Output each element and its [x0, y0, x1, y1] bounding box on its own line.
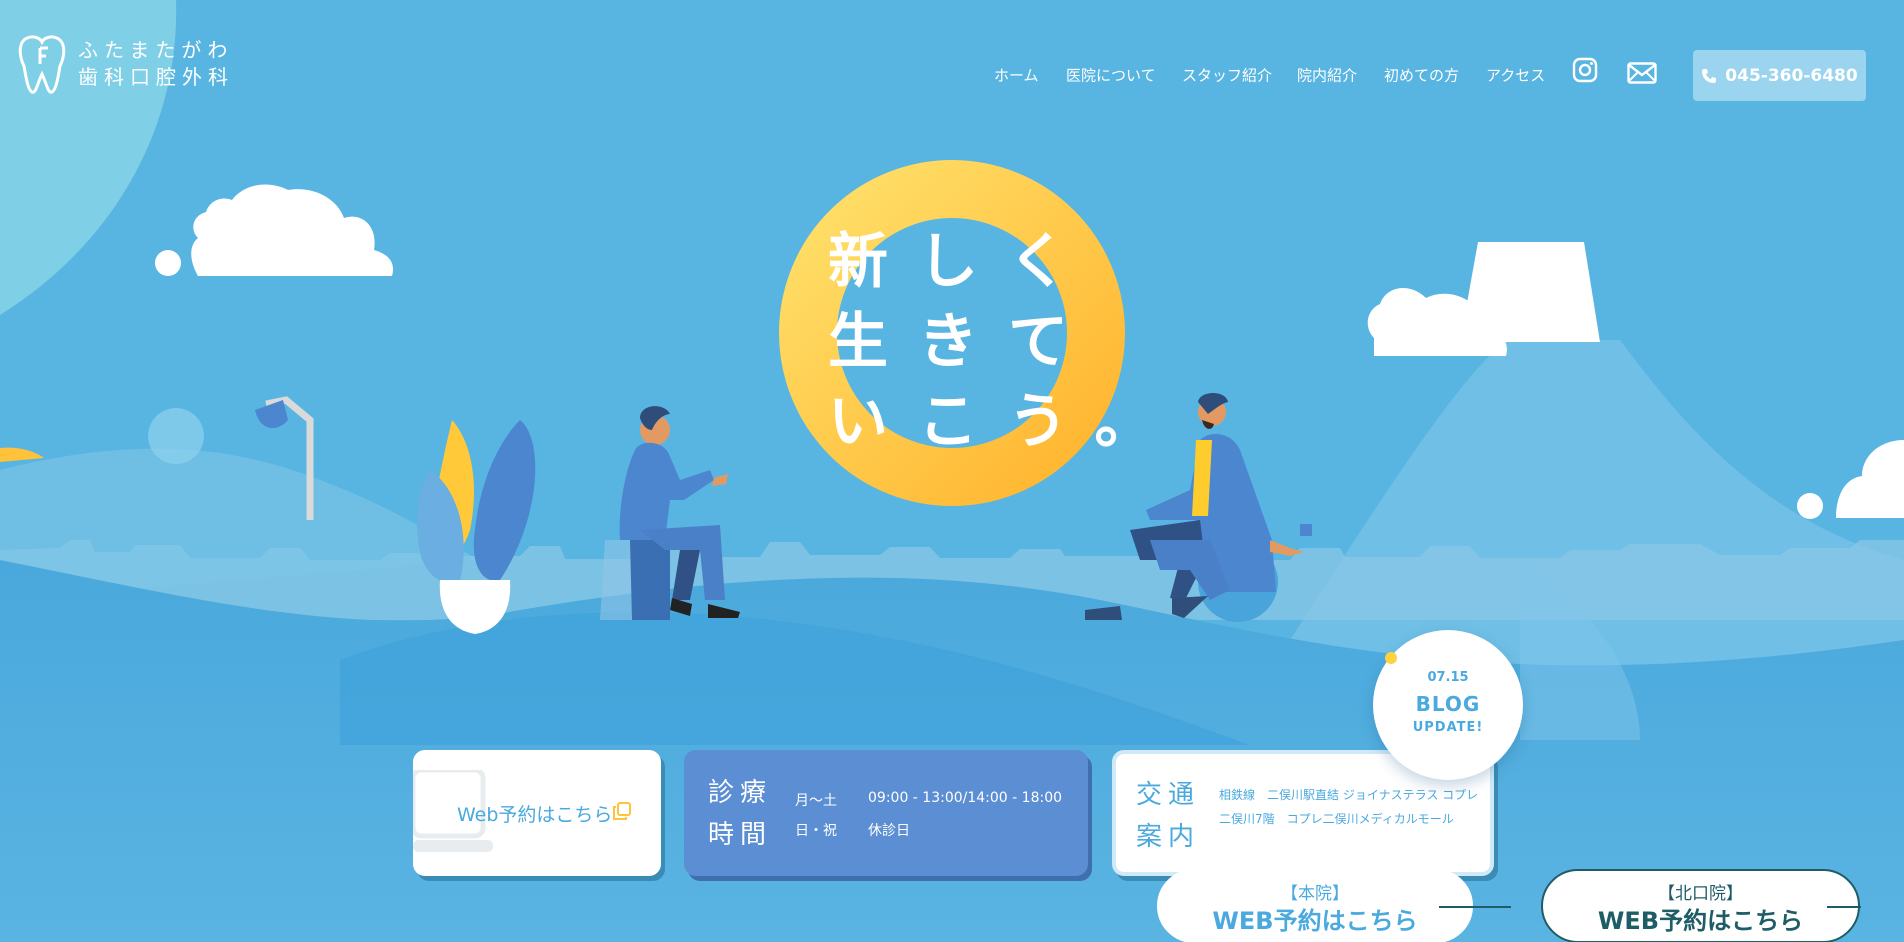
catch-line-3: いこう。 — [828, 387, 1185, 457]
phone-icon — [1702, 68, 1717, 83]
north-clinic-reserve-button[interactable]: 【北口院】 WEB予約はこちら — [1541, 869, 1861, 942]
blog-update-badge[interactable]: 07.15 BLOG UPDATE! — [1373, 630, 1523, 780]
instagram-icon[interactable] — [1572, 57, 1598, 83]
phone-button[interactable]: 045-360-6480 — [1693, 50, 1866, 101]
blog-date: 07.15 — [1427, 670, 1469, 685]
blog-title: BLOG — [1415, 692, 1481, 716]
external-link-icon — [613, 802, 631, 820]
nav-first-visit[interactable]: 初めての方 — [1384, 65, 1459, 86]
nav-home[interactable]: ホーム — [994, 65, 1039, 86]
hours-title-line-1: 診療 — [708, 778, 773, 808]
main-clinic-reserve-button[interactable]: 【本院】 WEB予約はこちら — [1157, 869, 1511, 942]
catch-line-2: 生きて — [828, 307, 1098, 377]
site-logo[interactable]: ふたまたがわ 歯科口腔外科 — [18, 34, 234, 94]
nav-staff[interactable]: スタッフ紹介 — [1182, 65, 1272, 86]
north-clinic-reserve-label: WEB予約はこちら — [1597, 907, 1804, 935]
phone-number: 045-360-6480 — [1725, 65, 1858, 86]
nav-clinic[interactable]: 院内紹介 — [1297, 65, 1357, 86]
tooth-logo-icon — [18, 35, 66, 94]
hours-time-holiday: 休診日 — [868, 823, 910, 839]
mail-icon[interactable] — [1627, 62, 1657, 84]
hours-title-line-2: 時間 — [708, 820, 773, 850]
access-title-line-2: 案内 — [1136, 822, 1201, 852]
nav-about[interactable]: 医院について — [1066, 65, 1156, 86]
hours-title: 診療 時間 — [708, 772, 772, 856]
web-reserve-label: Web予約はこちら — [457, 804, 613, 826]
north-reserve-line — [1827, 906, 1861, 908]
page: ふたまたがわ 歯科口腔外科 ホーム 医院について スタッフ紹介 院内紹介 初めて… — [0, 0, 1904, 942]
main-reserve-line — [1439, 906, 1511, 908]
logo-line-2: 歯科口腔外科 — [78, 65, 234, 89]
main-clinic-reserve-label: WEB予約はこちら — [1212, 907, 1418, 935]
web-reserve-card[interactable]: Web予約はこちら — [413, 750, 661, 876]
hours-days-holiday: 日・祝 — [795, 823, 837, 839]
blog-dot — [1385, 652, 1397, 664]
access-title-line-1: 交通 — [1136, 780, 1201, 810]
hours-card: 診療 時間 月〜土 09:00 - 13:00/14:00 - 18:00 日・… — [684, 750, 1088, 876]
catch-line-1: 新しく — [828, 227, 1098, 297]
hero-catchcopy: 新しく 生きて いこう。 — [828, 222, 1184, 462]
access-text: 相鉄線 二俣川駅直結 ジョイナステラス コプレ二俣川7階 コプレ二俣川メディカル… — [1219, 788, 1479, 826]
nav-access[interactable]: アクセス — [1486, 65, 1545, 86]
blog-sub: UPDATE! — [1412, 720, 1484, 735]
access-title: 交通 案内 — [1136, 774, 1200, 858]
hours-days-weekday: 月〜土 — [795, 793, 837, 809]
logo-text: ふたまたがわ 歯科口腔外科 — [78, 37, 234, 91]
logo-line-1: ふたまたがわ — [78, 38, 234, 62]
hours-time-weekday: 09:00 - 13:00/14:00 - 18:00 — [868, 790, 1063, 806]
